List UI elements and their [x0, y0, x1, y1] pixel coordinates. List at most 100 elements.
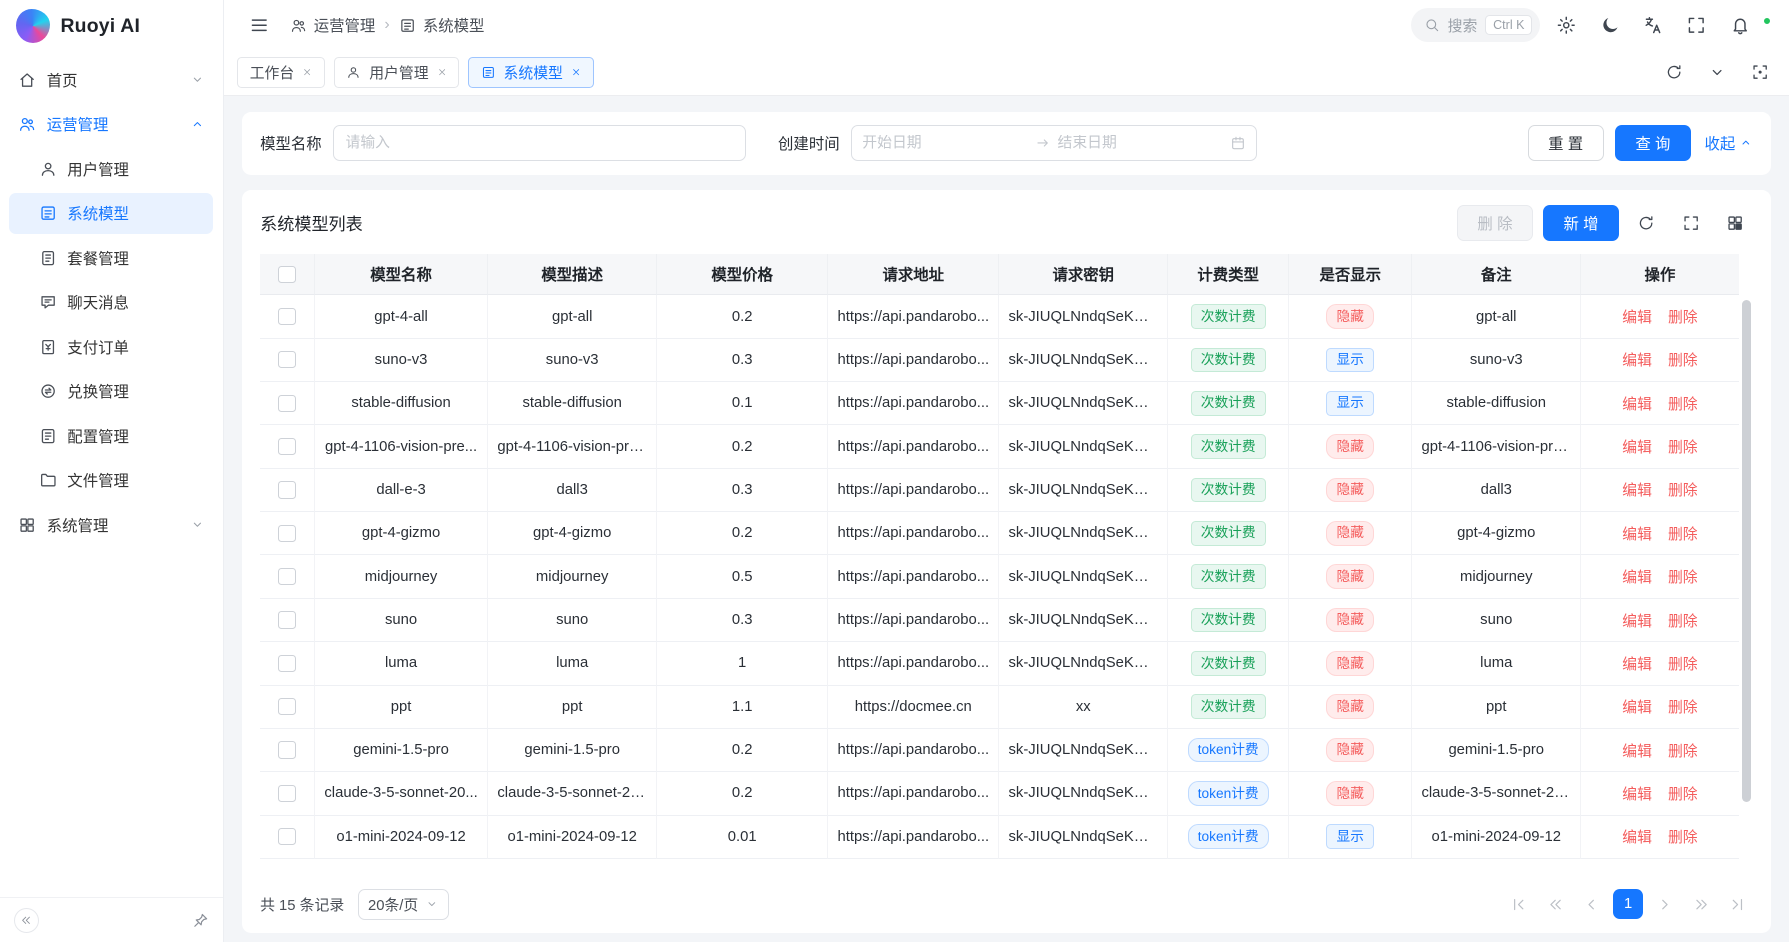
delete-link[interactable]: 删除 — [1668, 700, 1698, 716]
edit-link[interactable]: 编辑 — [1622, 353, 1652, 369]
close-icon[interactable] — [437, 67, 447, 77]
row-checkbox[interactable] — [278, 351, 295, 368]
delete-link[interactable]: 删除 — [1668, 744, 1698, 760]
sidebar-item-system-model[interactable]: 系统模型 — [9, 193, 213, 234]
content-fullscreen-button[interactable] — [1746, 58, 1776, 88]
edit-link[interactable]: 编辑 — [1622, 483, 1652, 499]
breadcrumb-item-operation-management[interactable]: 运营管理 — [290, 14, 376, 36]
tab-user-management[interactable]: 用户管理 — [334, 57, 459, 88]
reset-button[interactable]: 重 置 — [1528, 125, 1604, 160]
table-title: 系统模型列表 — [260, 210, 363, 235]
current-page-button[interactable]: 1 — [1613, 889, 1643, 919]
row-checkbox[interactable] — [278, 395, 295, 412]
breadcrumb-item-system-model[interactable]: 系统模型 — [399, 14, 485, 36]
edit-link[interactable]: 编辑 — [1622, 397, 1652, 413]
edit-link[interactable]: 编辑 — [1622, 440, 1652, 456]
scrollbar-thumb[interactable] — [1742, 300, 1751, 802]
sidebar-item-system-management[interactable]: 系统管理 — [9, 504, 213, 545]
fullscreen-button[interactable] — [1679, 8, 1713, 42]
end-date-input[interactable] — [1058, 135, 1224, 151]
chat-icon — [39, 293, 57, 311]
first-page-button[interactable] — [1504, 889, 1534, 919]
notifications-button[interactable] — [1723, 8, 1757, 42]
page-size-select[interactable]: 20条/页 — [358, 889, 449, 920]
row-checkbox[interactable] — [278, 308, 295, 325]
row-checkbox[interactable] — [278, 655, 295, 672]
model-name-input[interactable] — [333, 125, 746, 160]
edit-link[interactable]: 编辑 — [1622, 787, 1652, 803]
sidebar-item-user-management[interactable]: 用户管理 — [9, 148, 213, 189]
row-checkbox[interactable] — [278, 828, 295, 845]
delete-link[interactable]: 删除 — [1668, 527, 1698, 543]
delete-link[interactable]: 删除 — [1668, 483, 1698, 499]
row-checkbox[interactable] — [278, 568, 295, 585]
cell-request-key: xx — [999, 686, 1168, 729]
table-scrollbar[interactable] — [1742, 300, 1751, 871]
row-checkbox[interactable] — [278, 525, 295, 542]
sidebar-collapse-button[interactable] — [14, 908, 39, 933]
edit-link[interactable]: 编辑 — [1622, 614, 1652, 630]
refresh-page-button[interactable] — [1659, 58, 1689, 88]
sidebar-item-package-management[interactable]: 套餐管理 — [9, 237, 213, 278]
edit-link[interactable]: 编辑 — [1622, 700, 1652, 716]
start-date-input[interactable] — [862, 135, 1028, 151]
sidebar-item-label: 聊天消息 — [67, 291, 129, 313]
create-time-range-picker[interactable] — [851, 125, 1257, 160]
row-checkbox[interactable] — [278, 481, 295, 498]
row-checkbox[interactable] — [278, 785, 295, 802]
sidebar-item-config-management[interactable]: 配置管理 — [9, 415, 213, 456]
chevron-down-icon — [190, 72, 205, 87]
table-fullscreen-button[interactable] — [1674, 206, 1708, 240]
edit-link[interactable]: 编辑 — [1622, 310, 1652, 326]
search-input[interactable]: 搜索 Ctrl K — [1411, 8, 1540, 42]
add-button[interactable]: 新 增 — [1543, 205, 1619, 240]
prev-page-button[interactable] — [1577, 889, 1607, 919]
delete-link[interactable]: 删除 — [1668, 830, 1698, 846]
sidebar-item-chat-messages[interactable]: 聊天消息 — [9, 282, 213, 323]
edit-link[interactable]: 编辑 — [1622, 527, 1652, 543]
sidebar-item-exchange-management[interactable]: 兑换管理 — [9, 371, 213, 412]
delete-link[interactable]: 删除 — [1668, 657, 1698, 673]
collapse-filter-link[interactable]: 收起 — [1705, 132, 1753, 154]
app-logo[interactable]: Ruoyi AI — [0, 0, 223, 52]
row-checkbox[interactable] — [278, 698, 295, 715]
row-checkbox[interactable] — [278, 611, 295, 628]
column-settings-button[interactable] — [1718, 206, 1752, 240]
select-all-checkbox[interactable] — [278, 266, 295, 283]
sidebar-item-file-management[interactable]: 文件管理 — [9, 460, 213, 501]
column-header: 请求地址 — [828, 254, 999, 295]
tab-options-button[interactable] — [1702, 58, 1732, 88]
delete-link[interactable]: 删除 — [1668, 353, 1698, 369]
batch-delete-button[interactable]: 删 除 — [1457, 205, 1533, 240]
next-pages-button[interactable] — [1686, 889, 1716, 919]
edit-link[interactable]: 编辑 — [1622, 830, 1652, 846]
delete-link[interactable]: 删除 — [1668, 787, 1698, 803]
delete-link[interactable]: 删除 — [1668, 570, 1698, 586]
sidebar-item-home[interactable]: 首页 — [9, 59, 213, 100]
dark-mode-button[interactable] — [1593, 8, 1627, 42]
close-icon[interactable] — [571, 67, 581, 77]
tab-system-model[interactable]: 系统模型 — [468, 57, 593, 88]
close-icon[interactable] — [302, 67, 312, 77]
sidebar-item-payment-orders[interactable]: 支付订单 — [9, 326, 213, 367]
delete-link[interactable]: 删除 — [1668, 440, 1698, 456]
settings-button[interactable] — [1549, 8, 1583, 42]
edit-link[interactable]: 编辑 — [1622, 657, 1652, 673]
delete-link[interactable]: 删除 — [1668, 614, 1698, 630]
language-button[interactable] — [1636, 8, 1670, 42]
refresh-table-button[interactable] — [1629, 206, 1663, 240]
edit-link[interactable]: 编辑 — [1622, 570, 1652, 586]
row-checkbox[interactable] — [278, 438, 295, 455]
delete-link[interactable]: 删除 — [1668, 397, 1698, 413]
tab-workbench[interactable]: 工作台 — [237, 57, 325, 88]
edit-link[interactable]: 编辑 — [1622, 744, 1652, 760]
hamburger-menu-button[interactable] — [242, 8, 276, 42]
last-page-button[interactable] — [1723, 889, 1753, 919]
prev-pages-button[interactable] — [1540, 889, 1570, 919]
sidebar-item-operation-management[interactable]: 运营管理 — [9, 104, 213, 145]
query-button[interactable]: 查 询 — [1615, 125, 1691, 160]
delete-link[interactable]: 删除 — [1668, 310, 1698, 326]
next-page-button[interactable] — [1650, 889, 1680, 919]
row-checkbox[interactable] — [278, 741, 295, 758]
pin-sidebar-button[interactable] — [192, 912, 209, 929]
